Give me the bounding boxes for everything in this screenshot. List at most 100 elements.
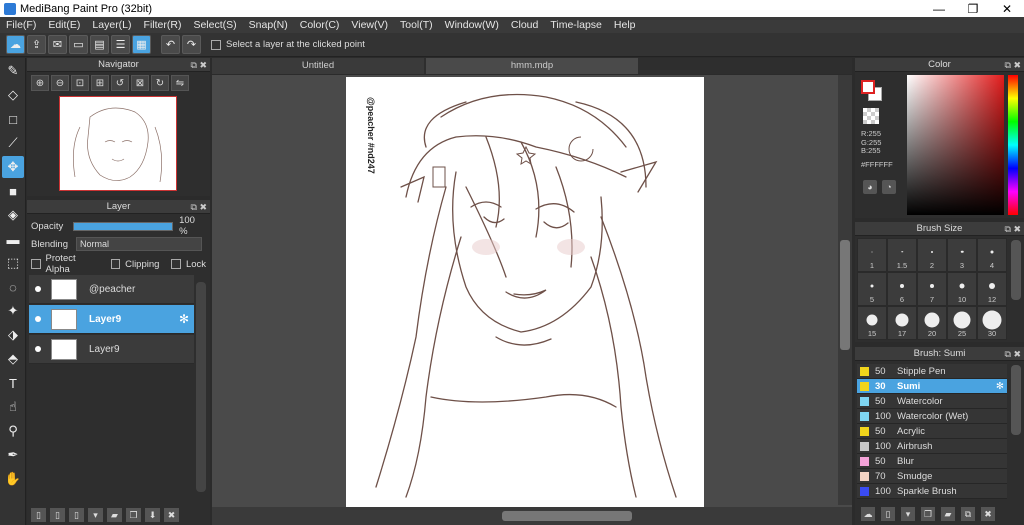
select-pen-icon[interactable]: ⬗ xyxy=(2,324,24,346)
pen-tool-icon[interactable]: ⟋ xyxy=(2,132,24,154)
menu-color[interactable]: Color(C) xyxy=(294,19,346,31)
redo-icon[interactable]: ↷ xyxy=(182,35,201,54)
transparent-swatch[interactable] xyxy=(863,108,879,124)
maximize-button[interactable]: ❐ xyxy=(956,2,990,16)
menu-window[interactable]: Window(W) xyxy=(439,19,505,31)
tab-hmm-mdp[interactable]: hmm.mdp xyxy=(426,58,638,74)
export-icon[interactable]: ⇪ xyxy=(27,35,46,54)
magic-wand-icon[interactable]: ✦ xyxy=(2,300,24,322)
menu-timelapse[interactable]: Time-lapse xyxy=(544,19,608,31)
brush-menu-icon[interactable]: ▾ xyxy=(901,507,915,521)
menu-file[interactable]: File(F) xyxy=(0,19,42,31)
brush-size-cell[interactable]: 30 xyxy=(977,306,1007,340)
canvas-horizontal-scrollbar[interactable] xyxy=(212,507,852,525)
gear-icon[interactable]: ✻ xyxy=(179,312,189,326)
select-rect-tool-icon[interactable]: ⬚ xyxy=(2,252,24,274)
brush-item[interactable]: 50 Stipple Pen xyxy=(857,364,1007,379)
rectangle-tool-icon[interactable]: □ xyxy=(2,108,24,130)
list-icon[interactable]: ☰ xyxy=(111,35,130,54)
gradient-tool-icon[interactable]: ▬ xyxy=(2,228,24,250)
brush-item-selected[interactable]: 30 Sumi ✻ xyxy=(857,379,1007,394)
brush-item[interactable]: 70 Smudge xyxy=(857,469,1007,484)
eyedropper-icon[interactable]: ✒ xyxy=(2,444,24,466)
brush-item[interactable]: 50 Watercolor xyxy=(857,394,1007,409)
brush-list-scrollbar[interactable] xyxy=(1011,365,1021,435)
palette-icon[interactable]: ◕ xyxy=(863,180,877,194)
layer-scrollbar[interactable] xyxy=(196,282,206,492)
select-layer-checkbox[interactable] xyxy=(211,39,221,50)
menu-tool[interactable]: Tool(T) xyxy=(394,19,439,31)
hue-slider[interactable] xyxy=(1008,75,1018,215)
fill-rect-tool-icon[interactable]: ■ xyxy=(2,180,24,202)
tab-untitled[interactable]: Untitled xyxy=(212,58,424,74)
minimize-button[interactable]: — xyxy=(922,2,956,16)
drawing-canvas[interactable]: @peacher #nd247 xyxy=(346,77,704,507)
undo-icon[interactable]: ↶ xyxy=(161,35,180,54)
close-button[interactable]: ✕ xyxy=(990,2,1024,16)
delete-layer-icon[interactable]: ✖ xyxy=(164,508,179,522)
grid-icon[interactable]: ▦ xyxy=(132,35,151,54)
brush-size-scrollbar[interactable] xyxy=(1011,240,1021,300)
new-layer-1bit-icon[interactable]: ▯ xyxy=(69,508,84,522)
brush-size-cell[interactable]: 10 xyxy=(947,272,977,306)
menu-snap[interactable]: Snap(N) xyxy=(243,19,294,31)
layer-row[interactable]: Layer9 xyxy=(29,335,194,364)
brush-size-cell[interactable]: 1.5 xyxy=(887,238,917,272)
brush-size-cell[interactable]: 12 xyxy=(977,272,1007,306)
document-icon[interactable]: ▤ xyxy=(90,35,109,54)
panel-controls-icon[interactable]: ⧉ ✖ xyxy=(191,58,207,72)
zoom-in-icon[interactable]: ⊕ xyxy=(31,75,49,91)
visibility-icon[interactable] xyxy=(35,346,41,352)
protect-alpha-checkbox[interactable] xyxy=(31,259,41,269)
brush-size-cell[interactable]: 7 xyxy=(917,272,947,306)
add-halftone-icon[interactable]: ▾ xyxy=(88,508,103,522)
brush-size-cell[interactable]: 15 xyxy=(857,306,887,340)
gear-icon[interactable]: ✻ xyxy=(996,381,1004,392)
canvas-area[interactable]: @peacher #nd247 xyxy=(212,75,852,507)
brush-size-cell[interactable]: 6 xyxy=(887,272,917,306)
select-eraser-icon[interactable]: ⬘ xyxy=(2,348,24,370)
add-brush-icon[interactable]: ▯ xyxy=(881,507,895,521)
new-layer-icon[interactable]: ▯ xyxy=(31,508,46,522)
brush-size-cell[interactable]: 20 xyxy=(917,306,947,340)
layer-row[interactable]: @peacher xyxy=(29,275,194,304)
layer-row-selected[interactable]: Layer9 ✻ xyxy=(29,305,194,334)
opacity-slider[interactable] xyxy=(73,221,174,231)
clipping-checkbox[interactable] xyxy=(110,259,121,269)
folder-icon[interactable]: ▰ xyxy=(107,508,122,522)
brush-duplicate-icon[interactable]: ❐ xyxy=(921,507,935,521)
menu-select[interactable]: Select(S) xyxy=(187,19,242,31)
flip-icon[interactable]: ⇋ xyxy=(171,75,189,91)
brush-item[interactable]: 50 Blur xyxy=(857,454,1007,469)
canvas-vertical-scrollbar[interactable] xyxy=(838,75,852,505)
brush-item[interactable]: 100 Sparkle Brush xyxy=(857,484,1007,499)
fit-icon[interactable]: ⊡ xyxy=(71,75,89,91)
palette-add-icon[interactable]: ◔ xyxy=(882,180,896,194)
brush-item[interactable]: 50 Acrylic xyxy=(857,424,1007,439)
menu-view[interactable]: View(V) xyxy=(345,19,394,31)
operation-tool-icon[interactable]: ☝ xyxy=(2,396,24,418)
blending-select[interactable]: Normal xyxy=(75,237,202,251)
brush-item[interactable]: 100 Airbrush xyxy=(857,439,1007,454)
reset-view-icon[interactable]: ⊠ xyxy=(131,75,149,91)
move-tool-icon[interactable]: ✥ xyxy=(2,156,24,178)
brush-size-cell[interactable]: 2 xyxy=(917,238,947,272)
navigator-thumbnail[interactable] xyxy=(59,96,177,191)
panel-controls-icon[interactable]: ⧉ ✖ xyxy=(1005,222,1021,236)
actual-size-icon[interactable]: ⊞ xyxy=(91,75,109,91)
cloud-icon[interactable]: ☁ xyxy=(6,35,25,54)
visibility-icon[interactable] xyxy=(35,316,41,322)
bucket-tool-icon[interactable]: ◈ xyxy=(2,204,24,226)
zoom-out-icon[interactable]: ⊖ xyxy=(51,75,69,91)
brush-copy-icon[interactable]: ⧉ xyxy=(961,507,975,521)
menu-filter[interactable]: Filter(R) xyxy=(138,19,188,31)
saturation-value-picker[interactable] xyxy=(907,75,1004,215)
brush-delete-icon[interactable]: ✖ xyxy=(981,507,995,521)
lasso-tool-icon[interactable]: ◌ xyxy=(2,276,24,298)
comment-icon[interactable]: ✉ xyxy=(48,35,67,54)
brush-size-cell[interactable]: 25 xyxy=(947,306,977,340)
brush-item[interactable]: 100 Watercolor (Wet) xyxy=(857,409,1007,424)
dropper-tool-icon[interactable]: ⚲ xyxy=(2,420,24,442)
brush-tool-icon[interactable]: ✎ xyxy=(2,60,24,82)
brush-folder-icon[interactable]: ▰ xyxy=(941,507,955,521)
